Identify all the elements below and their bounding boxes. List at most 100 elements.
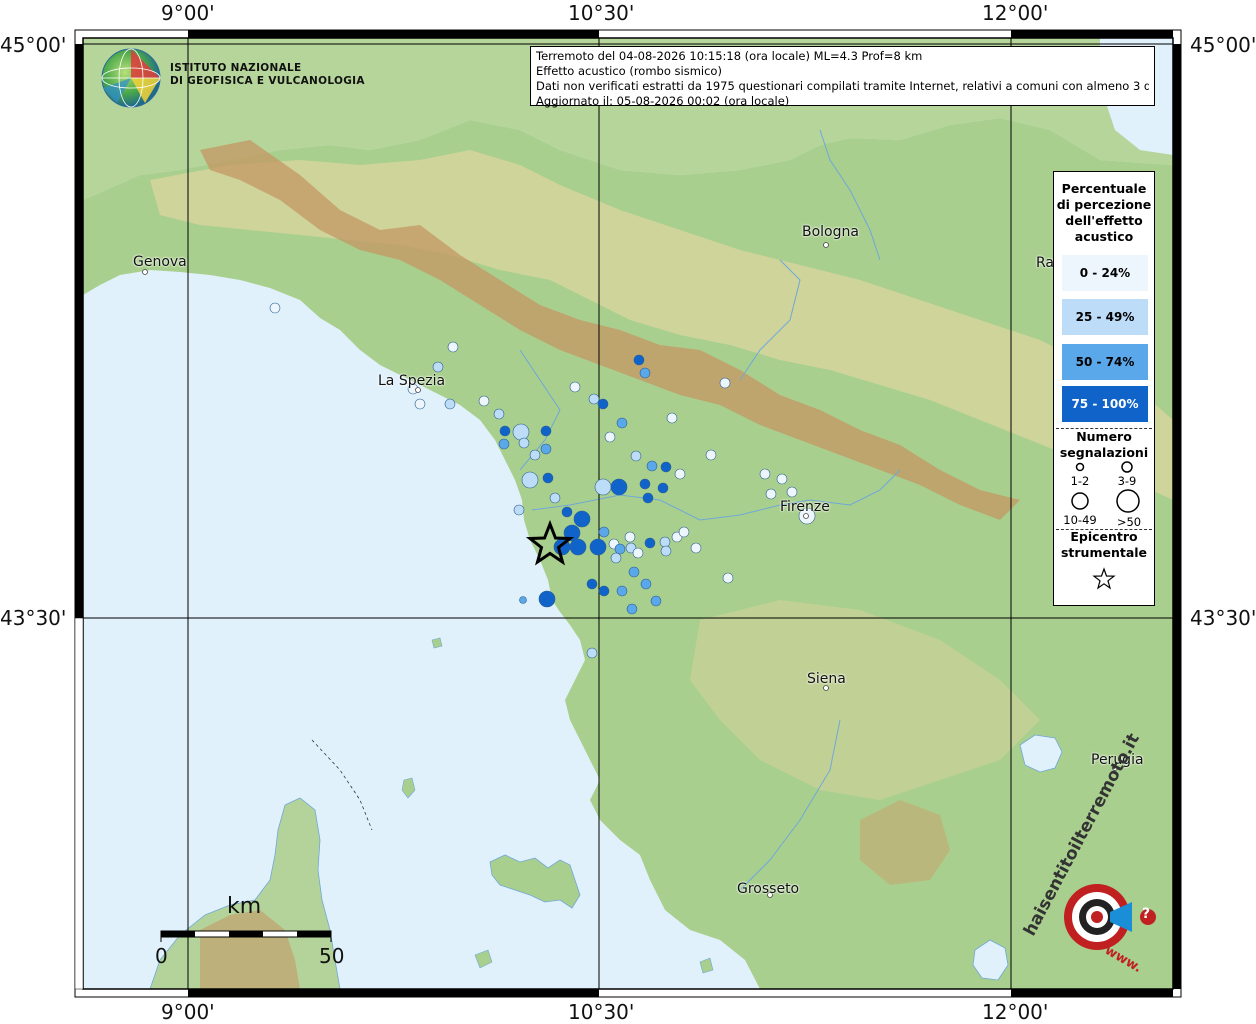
event-updated: Aggiornato il: 05-08-2026 00:02 (ora loc… (536, 94, 790, 108)
marker-bologna (823, 242, 829, 248)
legend-star-icon (1092, 567, 1116, 590)
legend-epi-title-1: Epicentro (1070, 529, 1138, 544)
report-circle[interactable] (650, 595, 662, 607)
report-circle[interactable] (674, 468, 686, 480)
legend-epi-title-2: strumentale (1060, 545, 1148, 560)
report-circle[interactable] (614, 543, 626, 555)
legend-class-1: 25 - 49% (1062, 299, 1148, 335)
report-circle[interactable] (598, 585, 610, 597)
report-circle[interactable] (786, 486, 798, 498)
label-bottom-9: 9°00' (161, 1000, 215, 1024)
report-circle[interactable] (499, 425, 511, 437)
report-circle[interactable] (604, 431, 616, 443)
report-circle[interactable] (493, 408, 505, 420)
report-circle[interactable] (598, 526, 610, 538)
report-circle[interactable] (540, 425, 552, 437)
report-circle[interactable] (642, 492, 654, 504)
report-circle[interactable] (542, 472, 554, 484)
report-circle[interactable] (639, 478, 651, 490)
legend-size-10-49: 10-49 (1063, 513, 1097, 527)
report-circle[interactable] (597, 398, 609, 410)
report-circle[interactable] (666, 412, 678, 424)
report-circle[interactable] (722, 572, 734, 584)
report-circle[interactable] (589, 538, 607, 556)
report-circle[interactable] (610, 552, 622, 564)
city-ra: Ra (1036, 255, 1054, 271)
report-circle[interactable] (660, 461, 672, 473)
legend-count-title-1: Numero (1076, 429, 1132, 444)
report-circle[interactable] (414, 398, 426, 410)
report-circle[interactable] (705, 449, 717, 461)
label-left-45: 45°00' (0, 33, 67, 57)
ingv-logo-text: ISTITUTO NAZIONALE DI GEOFISICA E VULCAN… (170, 62, 365, 88)
label-top-10-30: 10°30' (568, 1, 635, 25)
legend-title-3: dell'effetto (1065, 213, 1143, 228)
report-circle[interactable] (512, 423, 530, 441)
report-circle[interactable] (630, 450, 642, 462)
label-bottom-10-30: 10°30' (568, 1000, 635, 1024)
report-circle[interactable] (719, 377, 731, 389)
report-circle[interactable] (513, 504, 525, 516)
city-siena: Siena (807, 671, 846, 687)
report-circle[interactable] (538, 590, 556, 608)
report-circle[interactable] (657, 482, 669, 494)
report-circle[interactable] (432, 361, 444, 373)
report-circle[interactable] (588, 393, 600, 405)
report-circle[interactable] (549, 492, 561, 504)
gorgona-island (431, 637, 443, 649)
report-circle[interactable] (478, 395, 490, 407)
scale-unit: km (227, 894, 262, 919)
report-circle[interactable] (498, 438, 510, 450)
legend-size-1-2: 1-2 (1070, 474, 1090, 488)
report-circle[interactable] (624, 531, 636, 543)
report-circle[interactable] (444, 398, 456, 410)
label-top-12: 12°00' (982, 1, 1049, 25)
report-circle[interactable] (561, 506, 573, 518)
legend-class-0: 0 - 24% (1062, 255, 1148, 291)
report-circle[interactable] (573, 510, 591, 528)
scale-min: 0 (155, 944, 168, 968)
marker-genova (142, 269, 148, 275)
label-right-45: 45°00' (1190, 33, 1256, 57)
report-circle[interactable] (678, 526, 690, 538)
report-circle[interactable] (521, 471, 539, 489)
label-bottom-12: 12°00' (982, 1000, 1049, 1024)
report-circle[interactable] (632, 547, 644, 559)
report-circle[interactable] (628, 566, 640, 578)
report-circle[interactable] (586, 647, 598, 659)
city-grosseto: Grosseto (737, 881, 800, 897)
report-circle[interactable] (759, 468, 771, 480)
report-circle[interactable] (633, 354, 645, 366)
label-right-43-30: 43°30' (1190, 606, 1256, 630)
report-circle[interactable] (569, 538, 587, 556)
report-circle[interactable] (690, 542, 702, 554)
report-circle[interactable] (518, 437, 530, 449)
report-circle[interactable] (765, 488, 777, 500)
report-circle[interactable] (540, 443, 552, 455)
city-bologna: Bologna (802, 224, 859, 240)
report-circle[interactable] (639, 367, 651, 379)
report-circle[interactable] (529, 449, 541, 461)
report-circle[interactable] (447, 341, 459, 353)
report-circle[interactable] (616, 585, 628, 597)
report-circle[interactable] (660, 545, 672, 557)
report-circle[interactable] (586, 578, 598, 590)
report-circle[interactable] (646, 460, 658, 472)
report-circle[interactable] (640, 578, 652, 590)
report-circle[interactable] (626, 603, 638, 615)
report-circle[interactable] (610, 478, 628, 496)
report-circle[interactable] (594, 478, 612, 496)
report-circle[interactable] (776, 473, 788, 485)
legend-size-3-9: 3-9 (1117, 474, 1137, 488)
report-circle[interactable] (519, 596, 527, 604)
report-circle[interactable] (269, 302, 281, 314)
ingv-logo-globe (101, 48, 161, 108)
report-circle[interactable] (569, 381, 581, 393)
report-circle[interactable] (616, 417, 628, 429)
city-genova: Genova (133, 254, 187, 270)
report-circle[interactable] (659, 536, 671, 548)
legend-title-2: di percezione (1056, 197, 1152, 212)
event-effect: Effetto acustico (rombo sismico) (536, 64, 722, 78)
event-data-note: Dati non verificati estratti da 1975 que… (536, 79, 1149, 93)
report-circle[interactable] (644, 537, 656, 549)
